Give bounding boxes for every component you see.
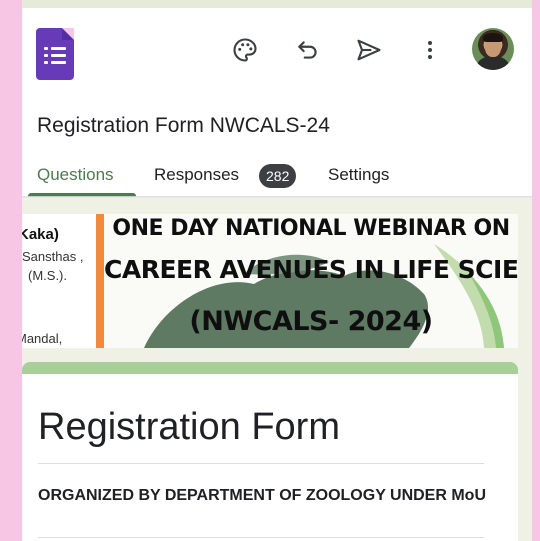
- top-strip: [22, 0, 532, 8]
- form-heading[interactable]: Registration Form: [38, 406, 340, 449]
- form-header-card[interactable]: Registration Form ORGANIZED BY DEPARTMEN…: [22, 362, 518, 541]
- undo-icon[interactable]: [292, 34, 324, 66]
- top-app-bar: [22, 8, 532, 98]
- banner-line-1: ONE DAY NATIONAL WEBINAR ON: [112, 216, 510, 241]
- form-title[interactable]: Registration Form NWCALS-24: [37, 114, 330, 138]
- banner-line-3: (NWCALS- 2024): [189, 306, 433, 337]
- google-forms-icon[interactable]: [36, 28, 74, 80]
- tab-questions[interactable]: Questions: [37, 165, 114, 185]
- palette-icon[interactable]: [229, 34, 261, 66]
- header-banner-image[interactable]: Kaka) Sansthas , (M.S.). Mandal, ONE DAY…: [22, 214, 518, 348]
- banner-artwork: ONE DAY NATIONAL WEBINAR ON CAREER AVENU…: [104, 214, 518, 348]
- responses-count-badge: 282: [259, 164, 297, 188]
- send-icon[interactable]: [353, 34, 385, 66]
- tab-bar: Questions Responses 282 Settings: [22, 155, 532, 197]
- banner-line-2: CAREER AVENUES IN LIFE SCIENCE: [104, 255, 518, 284]
- card-accent-bar: [22, 362, 518, 374]
- more-vert-icon[interactable]: [414, 34, 446, 66]
- tab-settings[interactable]: Settings: [328, 165, 389, 185]
- tab-responses[interactable]: Responses: [154, 165, 239, 185]
- banner-accent-stripe: [96, 214, 104, 348]
- avatar[interactable]: [472, 28, 514, 70]
- banner-left-text: Kaka) Sansthas , (M.S.). Mandal,: [22, 214, 96, 348]
- forms-editor-screen: Registration Form NWCALS-24 Questions Re…: [22, 0, 532, 541]
- form-description[interactable]: ORGANIZED BY DEPARTMENT OF ZOOLOGY UNDER…: [38, 482, 488, 510]
